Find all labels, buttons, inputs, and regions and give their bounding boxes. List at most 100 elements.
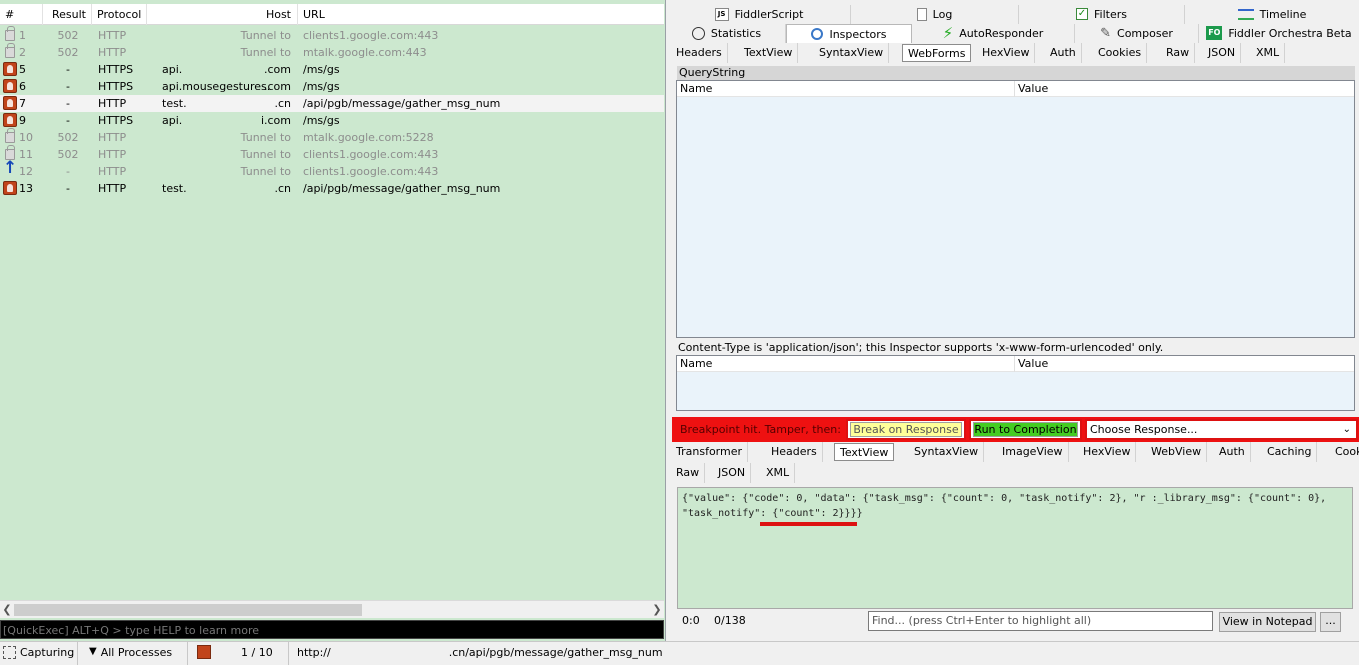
req-tab-hexview[interactable]: HexView (977, 43, 1036, 63)
resp-tab-auth[interactable]: Auth (1214, 442, 1251, 462)
session-host: Tunnel to (240, 165, 291, 178)
selection-length: 0/138 (714, 614, 746, 627)
req-tab-syntaxview[interactable]: SyntaxView (814, 43, 890, 63)
col-header-host[interactable]: Host (147, 4, 298, 25)
response-inspector-tabs-row1: Transformer Headers TextView SyntaxView Imag… (671, 442, 1359, 463)
session-row[interactable]: 7- HTTP test. .cn/api/pgb/message/gather_ms… (0, 95, 664, 112)
session-url: mtalk.google.com:443 (303, 46, 427, 59)
resp-tab-hexview[interactable]: HexView (1078, 442, 1137, 462)
session-num: 9 (19, 114, 26, 127)
resp-tab-webview[interactable]: WebView (1146, 442, 1208, 462)
col-header-url[interactable]: URL (298, 4, 664, 25)
req-tab-webforms[interactable]: WebForms (902, 44, 972, 62)
breakpoint-icon (3, 113, 17, 127)
col-value: Value (1014, 356, 1048, 372)
sessions-pane: # Result Protocol Host URL 1 502 HTTP Tunne… (0, 0, 666, 641)
resp-tab-transformer[interactable]: Transformer (671, 442, 749, 462)
session-result: - (66, 182, 70, 195)
tab-composer[interactable]: ✎ Composer (1075, 24, 1199, 43)
session-row[interactable]: 5- HTTPS api. .com/ms/gs (0, 61, 664, 78)
req-tab-raw[interactable]: Raw (1161, 43, 1196, 63)
session-url: /ms/gs (303, 114, 340, 127)
req-tab-json[interactable]: JSON (1203, 43, 1242, 63)
resp-tab-syntaxview[interactable]: SyntaxView (909, 442, 985, 462)
session-url: /ms/gs (303, 80, 340, 93)
session-row[interactable]: 13- HTTP test. .cn/api/pgb/message/gather_m… (0, 180, 664, 197)
session-result: 502 (57, 46, 79, 59)
querystring-grid-header: Name Value (677, 81, 1354, 97)
view-in-notepad-button[interactable]: View in Notepad (1219, 612, 1316, 632)
process-filter[interactable]: ▼ All Processes (79, 642, 188, 665)
req-tab-textview[interactable]: TextView (739, 43, 799, 63)
quickexec-input[interactable]: [QuickExec] ALT+Q > type HELP to learn m… (0, 620, 664, 639)
resp-tab-cookies[interactable]: Cookies (1330, 442, 1359, 462)
tab-statistics[interactable]: Statistics (668, 24, 786, 43)
session-row[interactable]: 10 502 HTTP Tunnel to mtalk.google.com:5228 (0, 128, 664, 146)
session-row[interactable]: 11 502 HTTP Tunnel to clients1.google.com:44… (0, 145, 664, 163)
more-options-button[interactable]: ... (1320, 612, 1341, 632)
session-num: 2 (19, 46, 26, 59)
col-header-num[interactable]: # (0, 4, 43, 25)
tab-timeline[interactable]: Timeline (1185, 5, 1359, 24)
resp-tab-imageview[interactable]: ImageView (997, 442, 1069, 462)
session-result: - (66, 63, 70, 76)
session-protocol: HTTP (98, 182, 127, 195)
body-grid[interactable]: Name Value (676, 355, 1355, 411)
tab-timeline-label: Timeline (1259, 8, 1307, 21)
session-host-suffix: .cn (274, 97, 291, 110)
body-grid-body (677, 372, 1354, 410)
response-textview[interactable]: {"value": {"code": 0, "data": {"task_msg… (677, 487, 1353, 609)
resp-tab-headers[interactable]: Headers (766, 442, 823, 462)
run-to-completion-button[interactable]: Run to Completion (973, 422, 1078, 437)
body-grid-header: Name Value (677, 356, 1354, 372)
capturing-toggle[interactable]: Capturing (0, 642, 78, 665)
req-tab-xml[interactable]: XML (1251, 43, 1286, 63)
chevron-down-icon[interactable]: ⌄ (1343, 421, 1351, 438)
scrollbar-thumb[interactable] (14, 604, 362, 616)
resp-tab-xml[interactable]: XML (761, 463, 796, 483)
breakpoint-icon (3, 79, 17, 93)
session-row[interactable]: 12 - HTTP Tunnel to clients1.google.com:443 (0, 160, 664, 180)
session-row[interactable]: 1 502 HTTP Tunnel to clients1.google.com:443 (0, 26, 664, 44)
inspector-pane: JS FiddlerScript Log ✓ Filters Timeline St… (668, 0, 1359, 641)
tab-autoresponder[interactable]: ⚡ AutoResponder (912, 24, 1075, 43)
req-tab-headers[interactable]: Headers (671, 43, 728, 63)
break-on-response-button[interactable]: Break on Response (850, 422, 962, 437)
session-row[interactable]: 6- HTTPS api.mousegestures. .com/ms/gs (0, 78, 664, 95)
horizontal-scrollbar[interactable]: ❮ ❯ (0, 600, 664, 618)
session-protocol: HTTP (98, 165, 127, 178)
session-host-suffix: .com (264, 80, 291, 93)
annotation-underline (760, 522, 857, 526)
session-result: - (66, 80, 70, 93)
session-host: Tunnel to (240, 148, 291, 161)
timeline-icon (1237, 8, 1254, 20)
resp-tab-raw[interactable]: Raw (671, 463, 706, 483)
tab-fiddlerscript[interactable]: JS FiddlerScript (668, 5, 851, 24)
req-tab-cookies[interactable]: Cookies (1093, 43, 1148, 63)
tab-filters[interactable]: ✓ Filters (1019, 5, 1185, 24)
choose-response-dropdown[interactable]: Choose Response... ⌄ (1085, 419, 1358, 440)
session-num: 1 (19, 29, 26, 42)
resp-tab-json[interactable]: JSON (713, 463, 752, 483)
tab-inspectors[interactable]: Inspectors (786, 24, 912, 43)
querystring-grid[interactable]: Name Value (676, 80, 1355, 338)
session-host-suffix: .com (264, 63, 291, 76)
resp-tab-caching[interactable]: Caching (1262, 442, 1318, 462)
session-row[interactable]: 9- HTTPS api. i.com/ms/gs (0, 112, 664, 129)
run-to-completion-frame: Run to Completion (969, 419, 1082, 440)
tab-inspectors-label: Inspectors (829, 28, 887, 41)
breakpoint-icon (3, 62, 17, 76)
tab-log[interactable]: Log (851, 5, 1019, 24)
resp-tab-textview[interactable]: TextView (834, 443, 895, 461)
col-header-result[interactable]: Result (43, 4, 92, 25)
tab-fiddler-orchestra[interactable]: FO Fiddler Orchestra Beta (1199, 24, 1359, 43)
tab-statistics-label: Statistics (710, 27, 762, 40)
scroll-left-icon[interactable]: ❮ (0, 601, 14, 619)
col-header-protocol[interactable]: Protocol (92, 4, 147, 25)
capture-icon (3, 645, 16, 659)
scroll-right-icon[interactable]: ❯ (650, 601, 664, 619)
req-tab-auth[interactable]: Auth (1045, 43, 1082, 63)
session-row[interactable]: 2 502 HTTP Tunnel to mtalk.google.com:443 (0, 43, 664, 61)
querystring-grid-body (677, 97, 1354, 337)
find-input[interactable]: Find... (press Ctrl+Enter to highlight a… (868, 611, 1213, 631)
